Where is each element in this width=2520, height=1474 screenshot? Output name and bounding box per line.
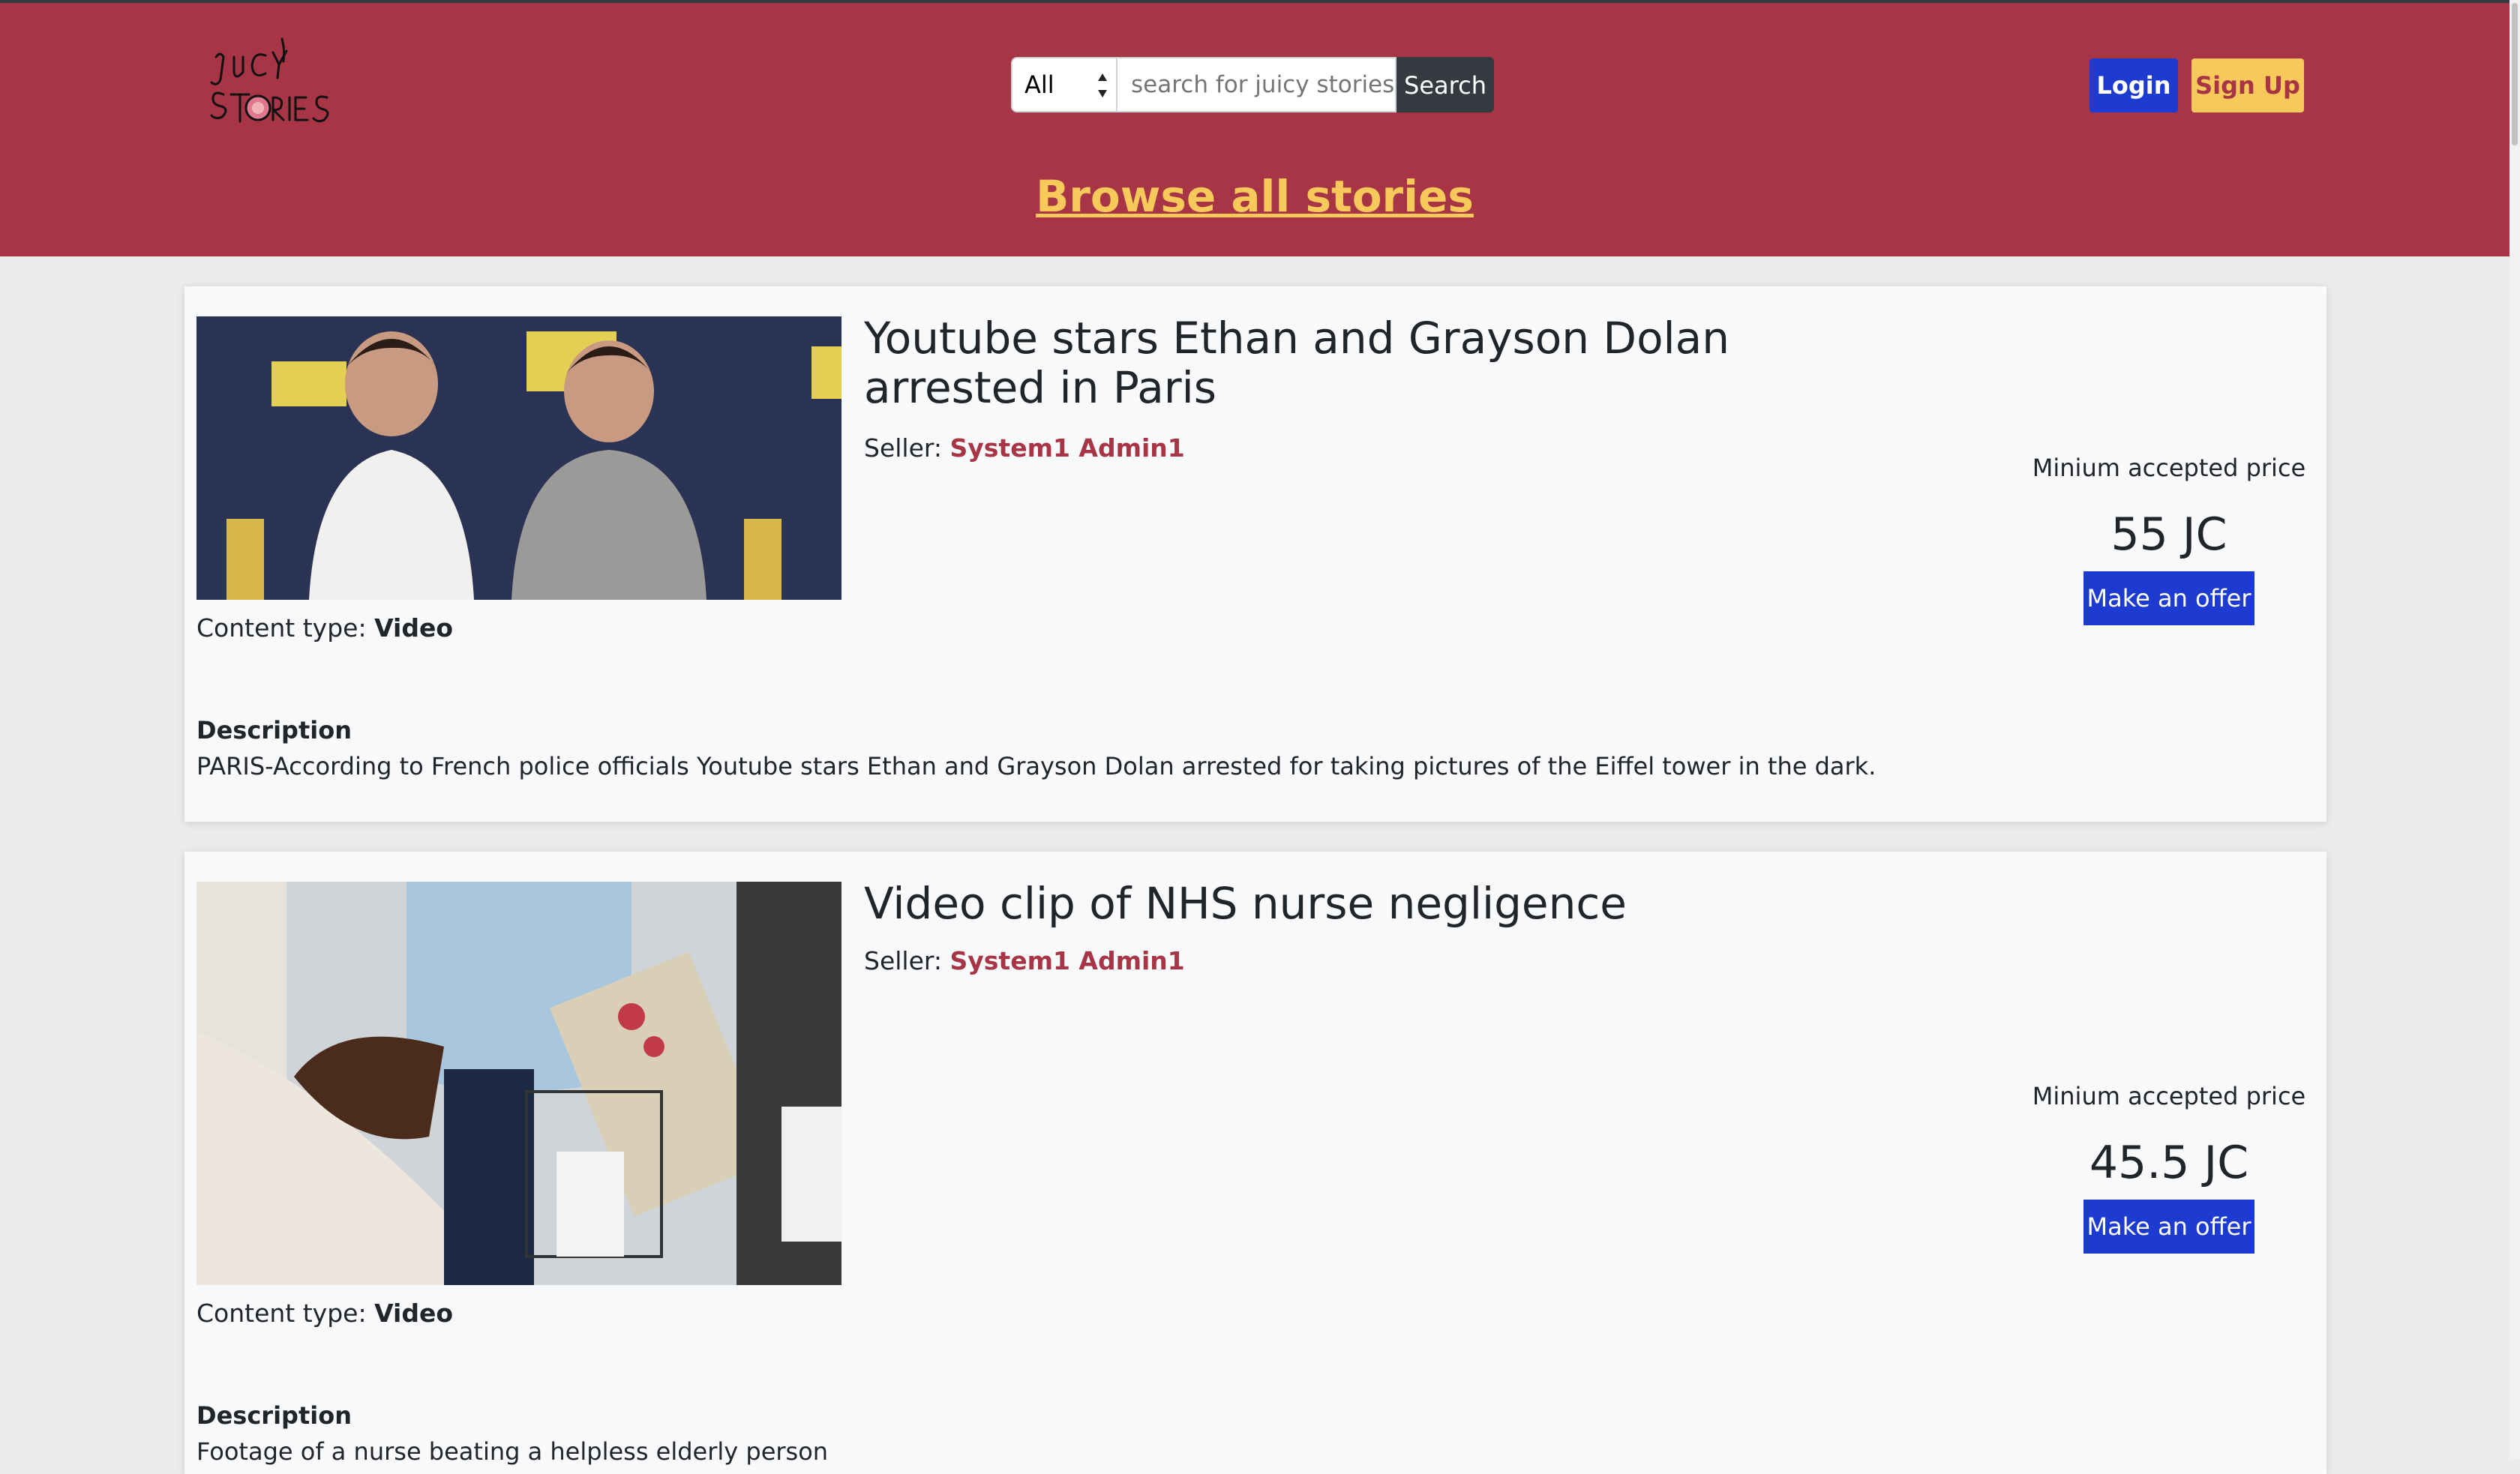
make-offer-button[interactable]: Make an offer [2084,571,2254,625]
story-title[interactable]: Youtube stars Ethan and Grayson Dolan ar… [864,313,1794,412]
description-label: Description [196,716,352,744]
seller-label: Seller: [864,946,942,975]
price-box: Minium accepted price 55 JC Make an offe… [1936,453,2402,625]
price-box: Minium accepted price 45.5 JC Make an of… [1936,1081,2402,1254]
seller-name-link[interactable]: System1 Admin1 [950,433,1185,463]
browse-all-stories-link: Browse all stories [0,166,2510,226]
browse-all-stories-label[interactable]: Browse all stories [1036,171,1474,222]
seller-name-link[interactable]: System1 Admin1 [950,946,1185,975]
content-type-value: Video [374,1299,454,1328]
content-type: Content type: Video [196,1299,453,1329]
content-type-label: Content type: [196,613,367,643]
price-value: 45.5 JC [2089,1137,2249,1189]
search-bar: All Search [1011,57,1494,112]
story-card: Video clip of NHS nurse negligence Selle… [184,852,2326,1474]
description-text: PARIS-According to French police officia… [196,752,1876,780]
description-label: Description [196,1401,352,1430]
site-header: All Search Login Sign Up Browse all stor… [0,3,2510,256]
story-card: Youtube stars Ethan and Grayson Dolan ar… [184,286,2326,822]
content-type-value: Video [374,613,454,643]
seller-label: Seller: [864,433,942,463]
vertical-scrollbar[interactable] [2510,0,2520,1459]
content-type: Content type: Video [196,613,453,643]
story-thumbnail[interactable] [196,882,842,1285]
story-thumbnail[interactable] [196,316,842,600]
scrollbar-thumb[interactable] [2512,3,2518,145]
category-select[interactable]: All [1011,57,1118,112]
price-value: 55 JC [2110,508,2228,561]
price-label: Minium accepted price [2032,1082,2306,1110]
signup-button[interactable]: Sign Up [2192,58,2304,112]
content-type-label: Content type: [196,1299,367,1328]
login-button[interactable]: Login [2090,58,2178,112]
seller-info: Seller: System1 Admin1 [864,946,1185,976]
seller-info: Seller: System1 Admin1 [864,433,1185,463]
juicy-stories-logo[interactable] [201,34,351,132]
description-text: Footage of a nurse beating a helpless el… [196,1437,829,1466]
category-select-value: All [1024,70,1054,99]
select-arrows-icon [1098,73,1107,97]
story-title[interactable]: Video clip of NHS nurse negligence [864,879,1794,928]
search-button[interactable]: Search [1396,57,1494,112]
search-input[interactable] [1118,57,1396,112]
price-label: Minium accepted price [2032,454,2306,482]
make-offer-button[interactable]: Make an offer [2084,1200,2254,1254]
